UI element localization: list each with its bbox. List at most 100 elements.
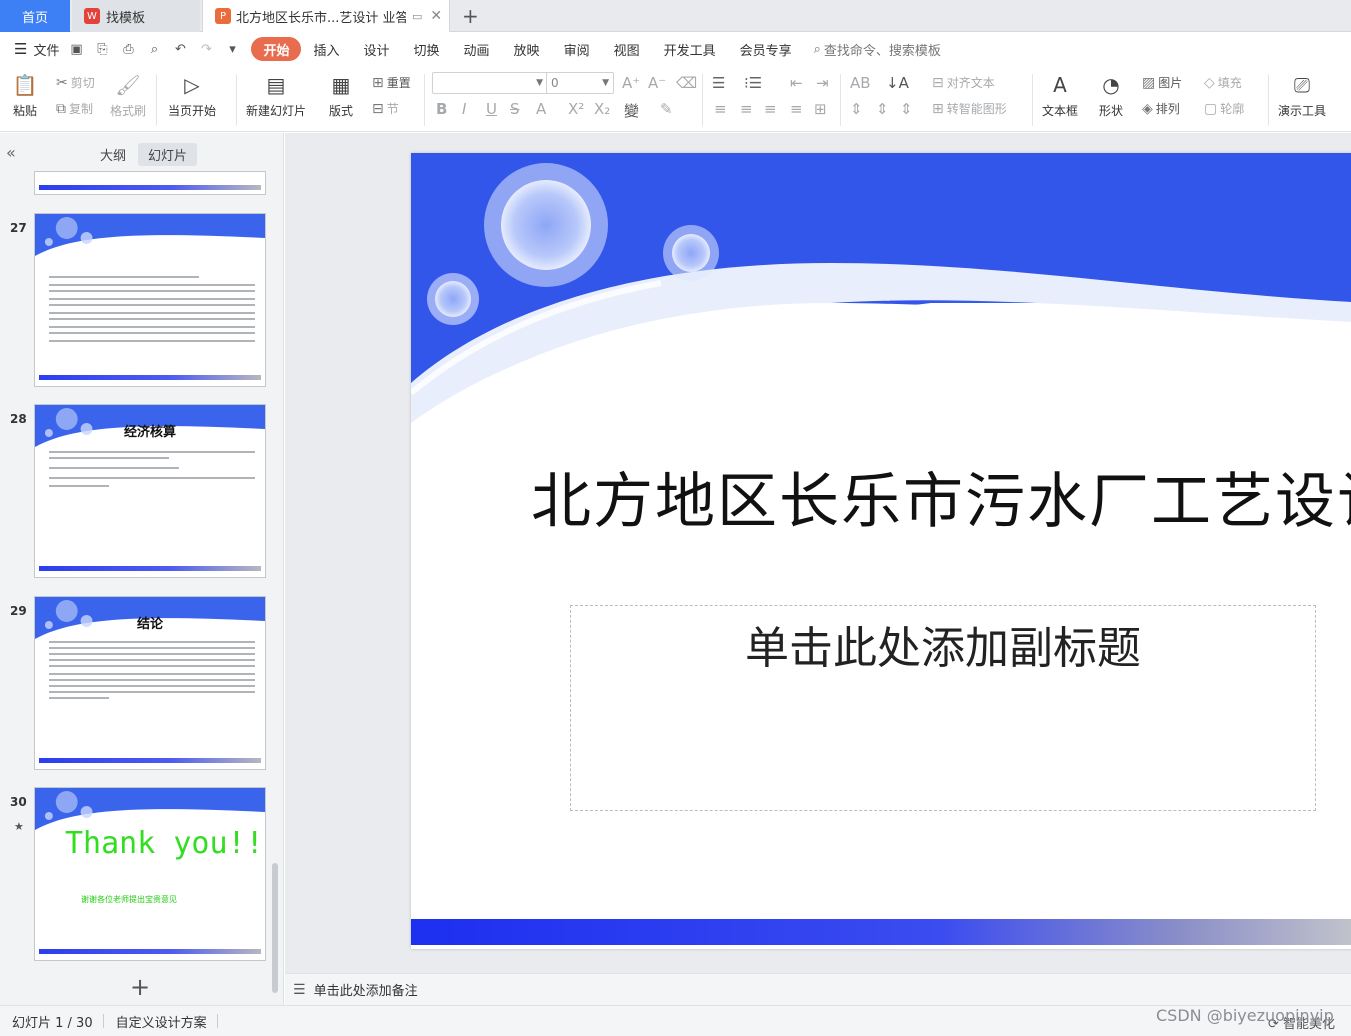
smart-art-button[interactable]: ⊞ 转智能图形 [932, 100, 1007, 117]
menu-animation[interactable]: 动画 [452, 37, 502, 61]
reset-icon: ⊞ [372, 74, 384, 91]
play-icon: ▷ [184, 73, 200, 97]
slide-thumbnail-title: 经济核算 [123, 425, 176, 440]
eraser-icon[interactable]: ⌫ [676, 74, 697, 92]
arrange-button[interactable]: ◈ 排列 [1142, 100, 1180, 117]
screen-icon[interactable]: ▭ [412, 10, 422, 23]
font-family-select[interactable]: ▼ [432, 72, 548, 94]
menu-view[interactable]: 视图 [602, 37, 652, 61]
font-size-select[interactable]: 0 ▼ [546, 72, 614, 94]
strikethrough-icon[interactable]: S [510, 100, 520, 118]
font-color-icon[interactable]: A [536, 100, 546, 118]
slide-number: 27 [10, 221, 27, 235]
picture-button[interactable]: ▨ 图片 [1142, 74, 1182, 91]
align-right-icon[interactable]: ≡ [764, 100, 777, 118]
slide-title[interactable]: 北方地区长乐市污水厂工艺设计 [531, 453, 1351, 540]
notes-bar[interactable]: ☰ 单击此处添加备注 [285, 973, 1351, 1005]
outline-button[interactable]: ▢ 轮廓 [1204, 100, 1244, 117]
command-search[interactable]: ⌕ 查找命令、搜索模板 [814, 40, 941, 59]
customize-dropdown-icon[interactable]: ▾ [223, 40, 241, 58]
undo-icon[interactable]: ↶ [171, 40, 189, 58]
spacing-icon[interactable]: ⇕ [900, 100, 913, 118]
slide-thumbnail[interactable] [34, 171, 266, 195]
bold-icon[interactable]: B [436, 100, 447, 118]
increase-font-icon[interactable]: A⁺ [622, 74, 640, 92]
tab-slides[interactable]: 幻灯片 [138, 143, 198, 166]
line-spacing-icon[interactable]: ⇕ [850, 100, 863, 118]
decrease-indent-icon[interactable]: ⇤ [790, 74, 803, 92]
redo-icon[interactable]: ↷ [197, 40, 215, 58]
tab-home[interactable]: 首页 [0, 0, 70, 32]
slide-thumbnail[interactable]: Thank you!! 谢谢各位老师提出宝贵意见 [34, 787, 266, 961]
subscript-icon[interactable]: X₂ [594, 100, 610, 118]
file-menu[interactable]: ☰ 文件 [14, 40, 59, 59]
add-slide-button[interactable]: + [130, 973, 150, 1001]
theme-name[interactable]: 自定义设计方案 [116, 1012, 207, 1031]
superscript-icon[interactable]: X² [568, 100, 584, 118]
menu-start[interactable]: 开始 [251, 37, 302, 61]
fill-bucket-icon: ◇ [1204, 74, 1215, 91]
bullet-list-icon[interactable]: ☰ [712, 74, 725, 92]
collapse-panel-icon[interactable]: « [6, 143, 16, 162]
sort-icon[interactable]: ↓A [886, 74, 909, 92]
paste-button[interactable]: 📋 粘贴 [12, 72, 38, 119]
align-text-icon: ⊟ [932, 74, 944, 91]
align-text-button[interactable]: ⊟ 对齐文本 [932, 74, 995, 91]
distribute-icon[interactable]: ⊞ [814, 100, 827, 118]
presenter-tools-button[interactable]: ⎚ 演示工具 [1278, 72, 1326, 119]
cut-button[interactable]: ✂ 剪切 [56, 74, 95, 91]
text-direction-icon[interactable]: AB [850, 74, 871, 92]
decrease-font-icon[interactable]: A⁻ [648, 74, 666, 92]
slide-thumbnail[interactable] [34, 213, 266, 387]
align-center-icon[interactable]: ≡ [740, 100, 753, 118]
menu-review[interactable]: 审阅 [552, 37, 602, 61]
tab-outline[interactable]: 大纲 [90, 143, 136, 166]
numbered-list-icon[interactable]: ⁝☰ [744, 74, 762, 92]
subtitle-placeholder-box[interactable]: 单击此处添加副标题 [570, 605, 1316, 811]
panel-scrollbar[interactable] [272, 863, 278, 993]
menu-design[interactable]: 设计 [352, 37, 402, 61]
subtitle-placeholder-text: 单击此处添加副标题 [745, 623, 1141, 674]
current-slide[interactable]: 北方地区长乐市污水厂工艺设计 单击此处添加副标题 [411, 153, 1351, 949]
tab-document[interactable]: P 北方地区长乐市...艺设计 业答辩 ▭ ✕ [202, 0, 450, 32]
tab-template[interactable]: W 找模板 [72, 0, 200, 32]
section-button[interactable]: ⊟ 节 [372, 100, 399, 117]
phonetic-icon[interactable]: 變 [624, 100, 639, 121]
align-left-icon[interactable]: ≡ [714, 100, 727, 118]
menu-transition[interactable]: 切换 [402, 37, 452, 61]
export-icon[interactable]: ⎘ [93, 40, 111, 58]
tab-document-label: 北方地区长乐市...艺设计 业答辩 [236, 10, 406, 26]
underline-icon[interactable]: U [486, 100, 497, 118]
layout-button[interactable]: ▦ 版式 [328, 72, 354, 119]
outline-icon: ▢ [1204, 100, 1218, 117]
increase-indent-icon[interactable]: ⇥ [816, 74, 829, 92]
reset-button[interactable]: ⊞ 重置 [372, 74, 411, 91]
italic-icon[interactable]: I [462, 100, 466, 118]
paragraph-spacing-icon[interactable]: ⇕ [876, 100, 889, 118]
chevron-down-icon: ▼ [602, 78, 609, 88]
shape-button[interactable]: ◔ 形状 [1098, 72, 1124, 119]
scissors-icon: ✂ [56, 74, 68, 91]
print-icon[interactable]: ⎙ [119, 40, 137, 58]
menu-insert[interactable]: 插入 [301, 37, 351, 61]
ribbon-toolbar: 📋 粘贴 ✂ 剪切 ⧉ 复制 🖌 格式刷 ▷ 当页开始 ▤ 新建幻灯片 ▦ 版式 ⊞… [0, 66, 1351, 132]
highlight-icon[interactable]: ✎ [660, 100, 673, 118]
play-from-current-button[interactable]: ▷ 当页开始 [168, 72, 216, 119]
new-slide-button[interactable]: ▤ 新建幻灯片 [246, 72, 306, 119]
close-tab-icon[interactable]: ✕ [430, 8, 442, 24]
menu-developer[interactable]: 开发工具 [652, 37, 728, 61]
text-box-button[interactable]: A 文本框 [1042, 72, 1078, 119]
menu-slideshow[interactable]: 放映 [502, 37, 552, 61]
menu-member[interactable]: 会员专享 [728, 37, 804, 61]
slide-thumbnail[interactable]: 结论 [34, 596, 266, 770]
shape-icon: ◔ [1102, 73, 1120, 97]
new-tab-button[interactable]: + [462, 4, 479, 28]
copy-button[interactable]: ⧉ 复制 [56, 100, 93, 117]
slide-thumbnail[interactable]: 经济核算 [34, 404, 266, 578]
save-icon[interactable]: ▣ [67, 40, 85, 58]
justify-icon[interactable]: ≡ [790, 100, 803, 118]
align-text-label: 对齐文本 [946, 76, 995, 90]
fill-button[interactable]: ◇ 填充 [1204, 74, 1242, 91]
format-painter-button[interactable]: 🖌 格式刷 [110, 72, 146, 119]
preview-icon[interactable]: ⌕ [145, 40, 163, 58]
